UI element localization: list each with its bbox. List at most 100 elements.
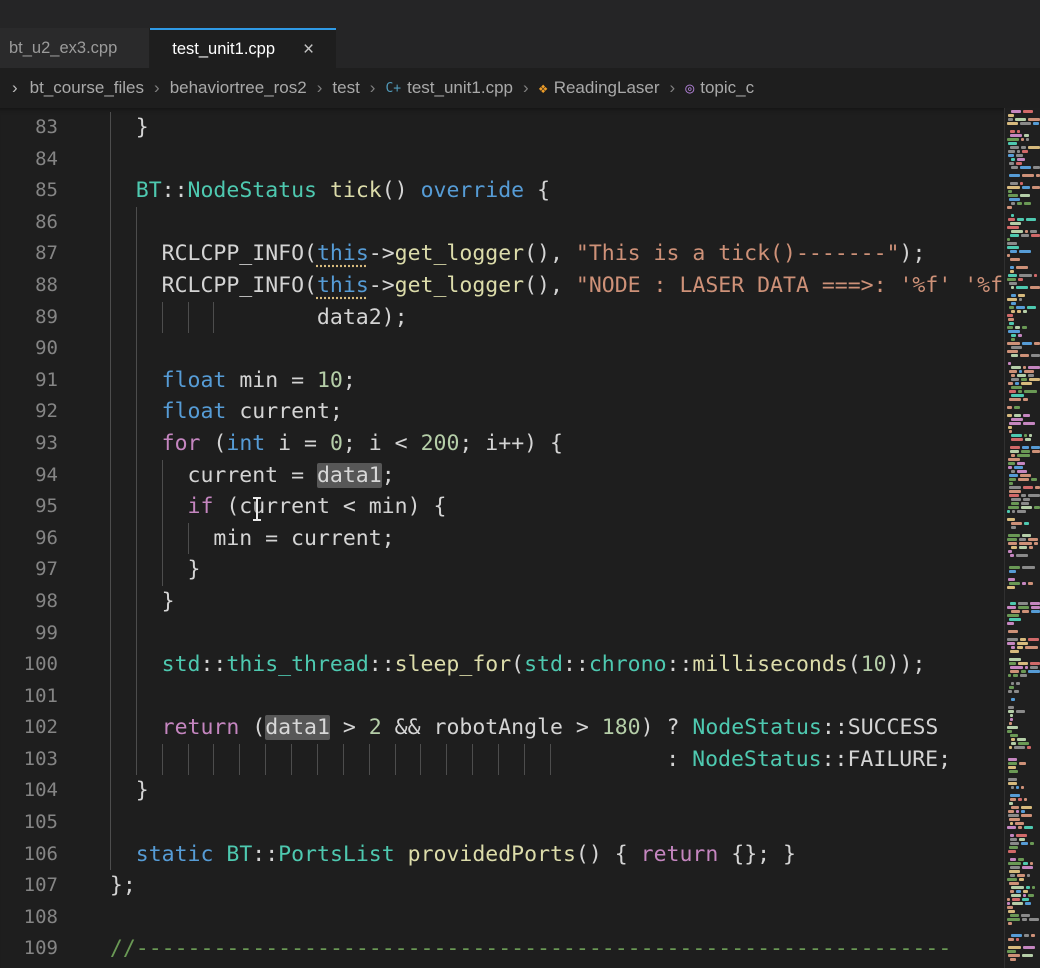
code-token: providedPorts <box>408 842 576 867</box>
line-number[interactable]: 90 <box>0 333 58 365</box>
code-line[interactable]: 105 <box>0 807 1004 839</box>
code-line[interactable]: 95 if (current < min) { <box>0 491 1004 523</box>
code-token: data2); <box>239 305 407 330</box>
line-number[interactable]: 98 <box>0 586 58 618</box>
line-number[interactable]: 92 <box>0 396 58 428</box>
code-line[interactable]: 87 RCLCPP_INFO(this->get_logger(), "This… <box>0 238 1004 270</box>
line-number[interactable]: 91 <box>0 365 58 397</box>
code-area[interactable]: 83 }84 85 BT::NodeStatus tick() override… <box>0 108 1004 968</box>
line-number[interactable]: 107 <box>0 870 58 902</box>
code-line[interactable]: 93 for (int i = 0; i < 200; i++) { <box>0 428 1004 460</box>
code-token <box>84 494 110 519</box>
indent-guide <box>110 396 136 428</box>
line-number[interactable]: 108 <box>0 902 58 934</box>
code-token <box>84 684 110 709</box>
code-line[interactable]: 97 } <box>0 554 1004 586</box>
code-line[interactable]: 84 <box>0 144 1004 176</box>
code-text: } <box>84 586 175 618</box>
indent-guide <box>136 744 162 776</box>
code-line[interactable]: 104 } <box>0 775 1004 807</box>
code-token: this <box>317 241 369 266</box>
line-number[interactable]: 97 <box>0 554 58 586</box>
code-token <box>84 526 110 551</box>
close-icon[interactable]: × <box>303 40 314 59</box>
line-number[interactable]: 84 <box>0 144 58 176</box>
line-number[interactable]: 83 <box>0 112 58 144</box>
code-line[interactable]: 101 <box>0 681 1004 713</box>
code-line[interactable]: 86 <box>0 207 1004 239</box>
code-line[interactable]: 88 RCLCPP_INFO(this->get_logger(), "NODE… <box>0 270 1004 302</box>
code-line[interactable]: 90 <box>0 333 1004 365</box>
code-line[interactable]: 92 float current; <box>0 396 1004 428</box>
tab-bt_u2_ex3[interactable]: bt_u2_ex3.cpp <box>0 28 150 68</box>
line-number[interactable]: 105 <box>0 807 58 839</box>
code-token <box>84 747 110 772</box>
code-line[interactable]: 96 min = current; <box>0 523 1004 555</box>
line-number[interactable]: 85 <box>0 175 58 207</box>
chevron-right-icon: › <box>370 78 376 98</box>
line-number[interactable]: 87 <box>0 238 58 270</box>
code-line[interactable]: 89 data2); <box>0 302 1004 334</box>
code-token: :: <box>369 652 395 677</box>
code-line[interactable]: 100 std::this_thread::sleep_for(std::chr… <box>0 649 1004 681</box>
line-number[interactable]: 101 <box>0 681 58 713</box>
line-number[interactable]: 95 <box>0 491 58 523</box>
line-number[interactable]: 89 <box>0 302 58 334</box>
line-number[interactable]: 109 <box>0 933 58 965</box>
line-number[interactable]: 88 <box>0 270 58 302</box>
code-token: i = <box>265 431 330 456</box>
code-token: () <box>382 178 421 203</box>
code-token: }; <box>84 873 136 898</box>
highlighted-word: data1 <box>317 463 382 488</box>
code-line[interactable]: 102 return (data1 > 2 && robotAngle > 18… <box>0 712 1004 744</box>
indent-guide <box>110 681 136 713</box>
line-number[interactable]: 99 <box>0 618 58 650</box>
code-token: } <box>136 778 149 803</box>
breadcrumb-item-behaviortree_ros2[interactable]: behaviortree_ros2 <box>170 78 307 98</box>
code-line[interactable]: 106 static BT::PortsList providedPorts()… <box>0 839 1004 871</box>
breadcrumb-item-ReadingLaser[interactable]: ❖ ReadingLaser <box>539 78 660 98</box>
minimap[interactable] <box>1004 108 1040 968</box>
code-line[interactable]: 109 //----------------------------------… <box>0 933 1004 965</box>
code-text: for (int i = 0; i < 200; i++) { <box>84 428 563 460</box>
line-number[interactable]: 86 <box>0 207 58 239</box>
code-token: 2 <box>369 715 382 740</box>
breadcrumb-label: behaviortree_ros2 <box>170 78 307 98</box>
line-number[interactable]: 93 <box>0 428 58 460</box>
code-line[interactable]: 98 } <box>0 586 1004 618</box>
code-line[interactable]: 99 <box>0 618 1004 650</box>
code-token: :: <box>252 842 278 867</box>
breadcrumb-item-topic_c[interactable]: ◎ topic_c <box>685 78 754 98</box>
line-number[interactable]: 102 <box>0 712 58 744</box>
code-line[interactable]: 108 <box>0 902 1004 934</box>
code-token: sleep_for <box>395 652 512 677</box>
indent-guide <box>188 302 214 334</box>
line-number[interactable]: 94 <box>0 460 58 492</box>
code-text: std::this_thread::sleep_for(std::chrono:… <box>84 649 925 681</box>
code-token: :: <box>200 652 226 677</box>
code-token: NodeStatus <box>692 747 821 772</box>
line-number[interactable]: 104 <box>0 775 58 807</box>
breadcrumb-item-test[interactable]: test <box>332 78 359 98</box>
line-number[interactable]: 100 <box>0 649 58 681</box>
code-line[interactable]: 94 current = data1; <box>0 460 1004 492</box>
indent-guide <box>110 238 136 270</box>
line-number[interactable]: 103 <box>0 744 58 776</box>
cpp-file-icon: C+ <box>385 81 401 96</box>
tab-test_unit1[interactable]: test_unit1.cpp × <box>150 28 336 68</box>
code-text <box>84 333 162 365</box>
indent-guide <box>110 365 136 397</box>
code-line[interactable]: 107 }; <box>0 870 1004 902</box>
indent-guide <box>110 112 136 144</box>
code-line[interactable]: 91 float min = 10; <box>0 365 1004 397</box>
code-token: chrono <box>589 652 667 677</box>
code-line[interactable]: 83 } <box>0 112 1004 144</box>
code-line[interactable]: 85 BT::NodeStatus tick() override { <box>0 175 1004 207</box>
breadcrumb-item-bt_course_files[interactable]: bt_course_files <box>30 78 144 98</box>
code-line[interactable]: 103 : NodeStatus::FAILURE; <box>0 744 1004 776</box>
indent-guide <box>110 618 136 650</box>
line-number[interactable]: 96 <box>0 523 58 555</box>
code-token: ; <box>382 463 395 488</box>
line-number[interactable]: 106 <box>0 839 58 871</box>
breadcrumb-item-test_unit1[interactable]: C+ test_unit1.cpp <box>385 78 513 98</box>
